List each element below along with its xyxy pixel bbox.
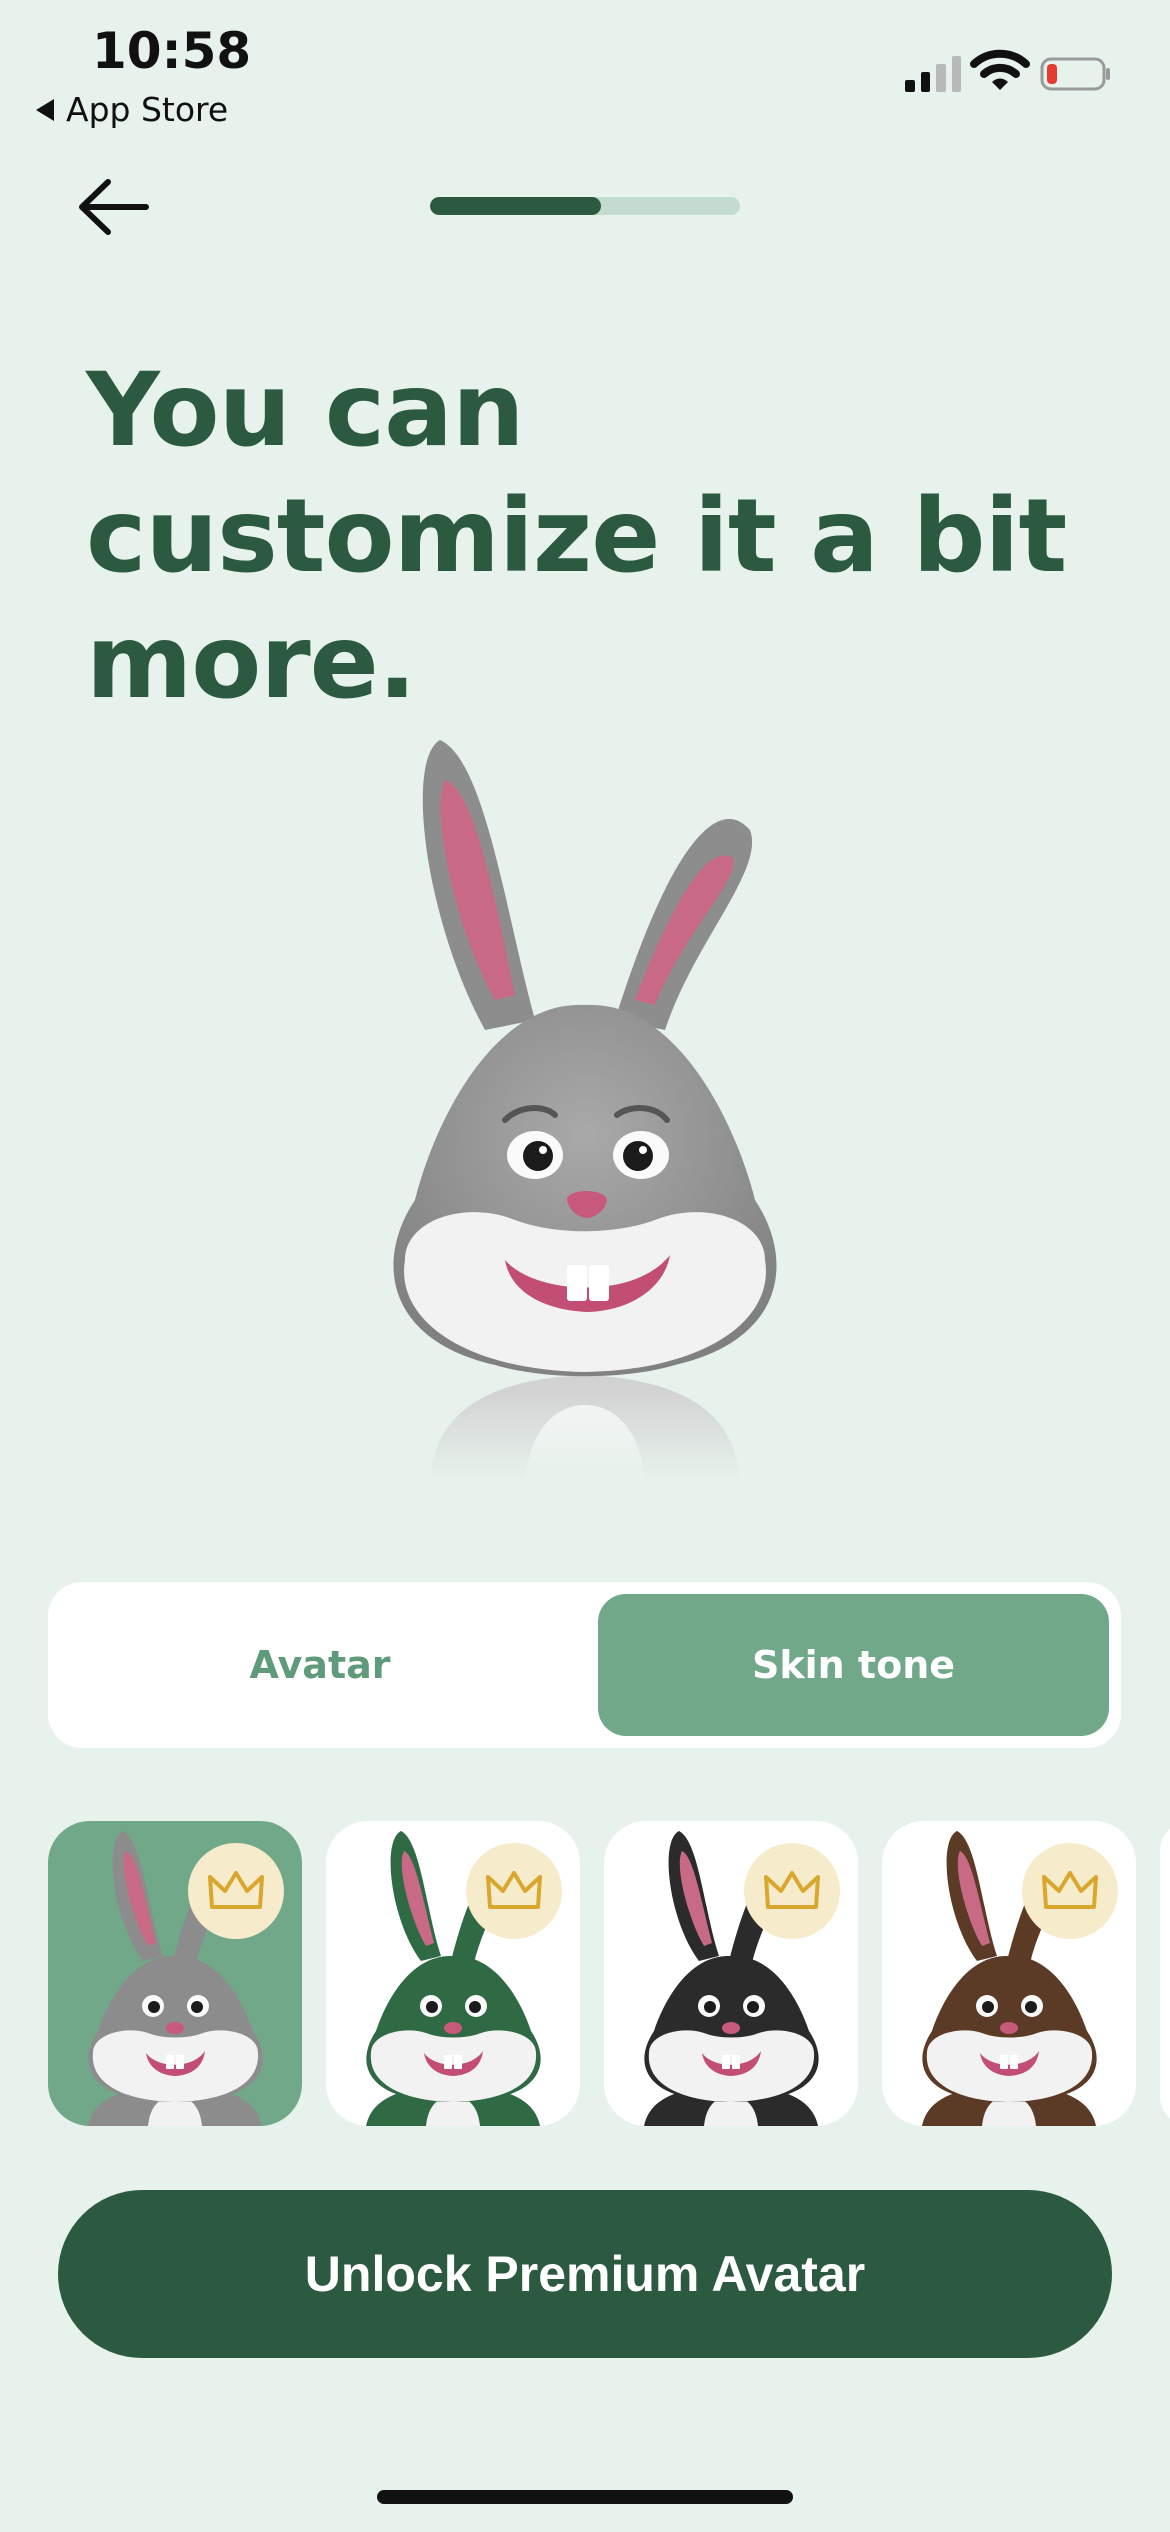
- status-time: 10:58: [92, 22, 252, 80]
- crown-icon: [486, 1871, 542, 1909]
- skin-tone-option-next[interactable]: [1160, 1821, 1170, 2126]
- cellular-signal-icon: [905, 56, 961, 92]
- premium-badge: [188, 1843, 284, 1939]
- crown-icon: [764, 1871, 820, 1909]
- premium-badge: [744, 1843, 840, 1939]
- battery-icon: [1040, 57, 1110, 91]
- tab-skin-tone[interactable]: Skin tone: [598, 1594, 1109, 1736]
- skin-tone-option-black[interactable]: [604, 1821, 858, 2126]
- progress-bar-fill: [430, 197, 601, 215]
- page-title: You can customize it a bit more.: [86, 351, 1067, 722]
- crown-icon: [1042, 1871, 1098, 1909]
- onboarding-progress-bar: [430, 197, 740, 215]
- unlock-premium-avatar-button[interactable]: Unlock Premium Avatar: [58, 2190, 1112, 2358]
- back-triangle-icon: [36, 98, 54, 121]
- back-arrow-icon[interactable]: [74, 172, 154, 242]
- back-to-app-store[interactable]: App Store: [36, 90, 228, 129]
- skin-tone-option-brown[interactable]: [882, 1821, 1136, 2126]
- wifi-icon: [970, 49, 1030, 90]
- crown-icon: [208, 1871, 264, 1909]
- premium-badge: [466, 1843, 562, 1939]
- back-app-label: App Store: [66, 90, 229, 129]
- premium-badge: [1022, 1843, 1118, 1939]
- bunny-avatar-preview: [345, 740, 825, 1480]
- tab-avatar[interactable]: Avatar: [60, 1594, 580, 1736]
- skin-tone-option-grey[interactable]: [48, 1821, 302, 2126]
- home-indicator: [377, 2490, 793, 2504]
- customize-segmented-control: Avatar Skin tone: [48, 1582, 1121, 1748]
- skin-tone-option-green[interactable]: [326, 1821, 580, 2126]
